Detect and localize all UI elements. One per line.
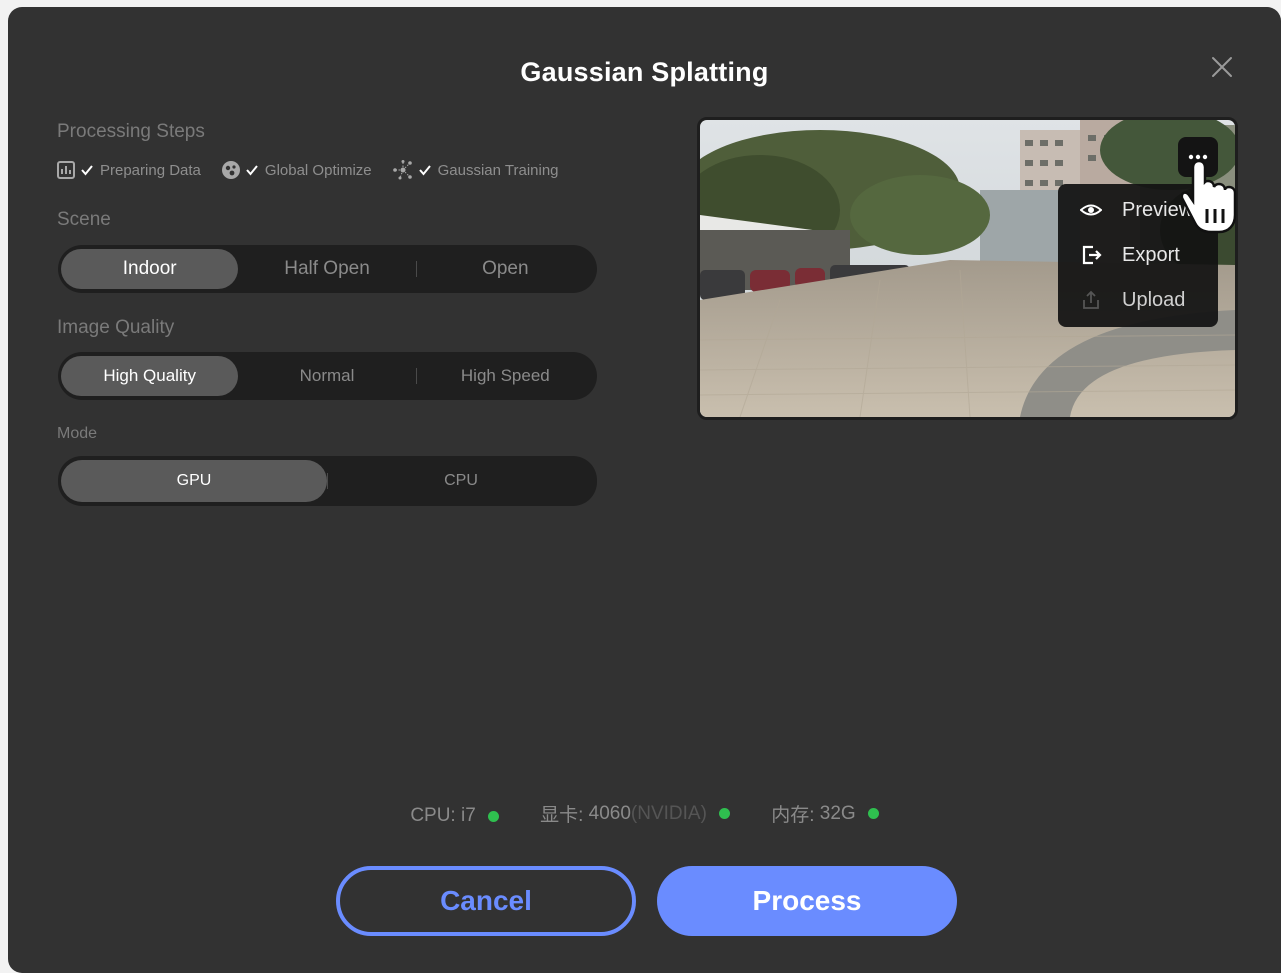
upload-icon: [1083, 290, 1099, 309]
step-preparing-data: Preparing Data: [56, 160, 201, 180]
processing-steps: Preparing Data Global Optimize Gaussian …: [56, 157, 579, 183]
gpu-vendor: (NVIDIA): [630, 802, 707, 824]
gpu-value: 4060: [588, 802, 631, 824]
process-button[interactable]: Process: [657, 866, 957, 936]
dialog-title: Gaussian Splatting: [520, 57, 769, 87]
scene-option-open[interactable]: Open: [417, 249, 594, 289]
check-icon: [81, 165, 93, 176]
step-label: Preparing Data: [100, 161, 201, 179]
check-icon: [418, 165, 431, 176]
menu-item-label: Upload: [1122, 288, 1186, 311]
step-global-optimize: Global Optimize: [221, 160, 372, 180]
hand-cursor-icon: [1181, 159, 1237, 234]
mode-option-gpu[interactable]: GPU: [61, 460, 327, 502]
scene-option-indoor[interactable]: Indoor: [61, 249, 239, 289]
export-icon: [1082, 245, 1102, 265]
quality-option-normal[interactable]: Normal: [238, 356, 415, 396]
menu-item-export[interactable]: Export: [1058, 235, 1218, 275]
gaussian-splatting-dialog: Gaussian Splatting Processing Steps Prep…: [8, 7, 1281, 973]
menu-item-upload[interactable]: Upload: [1058, 280, 1218, 320]
step-gaussian-training: Gaussian Training: [392, 159, 559, 181]
mode-option-cpu[interactable]: CPU: [328, 460, 594, 502]
processing-steps-label: Processing Steps: [57, 121, 205, 142]
memory-value: 32G: [819, 802, 856, 824]
mode-segmented-control: GPU CPU: [58, 456, 597, 506]
image-quality-segmented-control: High Quality Normal High Speed: [58, 352, 597, 400]
memory-status: 内存: 32G: [771, 800, 879, 827]
scene-option-half-open[interactable]: Half Open: [238, 249, 415, 289]
quality-option-high-speed[interactable]: High Speed: [417, 356, 594, 396]
step-label: Gaussian Training: [437, 161, 559, 179]
close-icon[interactable]: [1211, 56, 1233, 78]
gpu-status: 显卡: 4060 (NVIDIA): [540, 800, 730, 827]
system-status-bar: CPU: i7 显卡: 4060 (NVIDIA) 内存: 32G: [8, 800, 1281, 827]
quality-option-high-quality[interactable]: High Quality: [61, 356, 239, 396]
chart-icon: [57, 161, 75, 179]
network-icon: [392, 160, 412, 180]
gpu-status-dot: [718, 808, 730, 819]
memory-label: 内存:: [771, 805, 815, 826]
globe-icon: [221, 161, 240, 179]
mode-label: Mode: [57, 425, 98, 442]
check-icon: [246, 165, 258, 176]
cancel-button[interactable]: Cancel: [336, 866, 636, 936]
cpu-status: CPU: i7: [410, 805, 499, 827]
scene-segmented-control: Indoor Half Open Open: [58, 245, 597, 293]
cpu-value: i7: [461, 805, 476, 826]
cpu-label: CPU:: [410, 805, 456, 826]
step-label: Global Optimize: [264, 161, 372, 179]
memory-status-dot: [867, 808, 879, 819]
gpu-label: 显卡:: [540, 805, 584, 826]
menu-item-label: Export: [1122, 243, 1180, 266]
image-quality-label: Image Quality: [57, 317, 175, 338]
eye-icon: [1080, 204, 1102, 216]
cpu-status-dot: [487, 810, 499, 822]
scene-label: Scene: [57, 209, 111, 230]
